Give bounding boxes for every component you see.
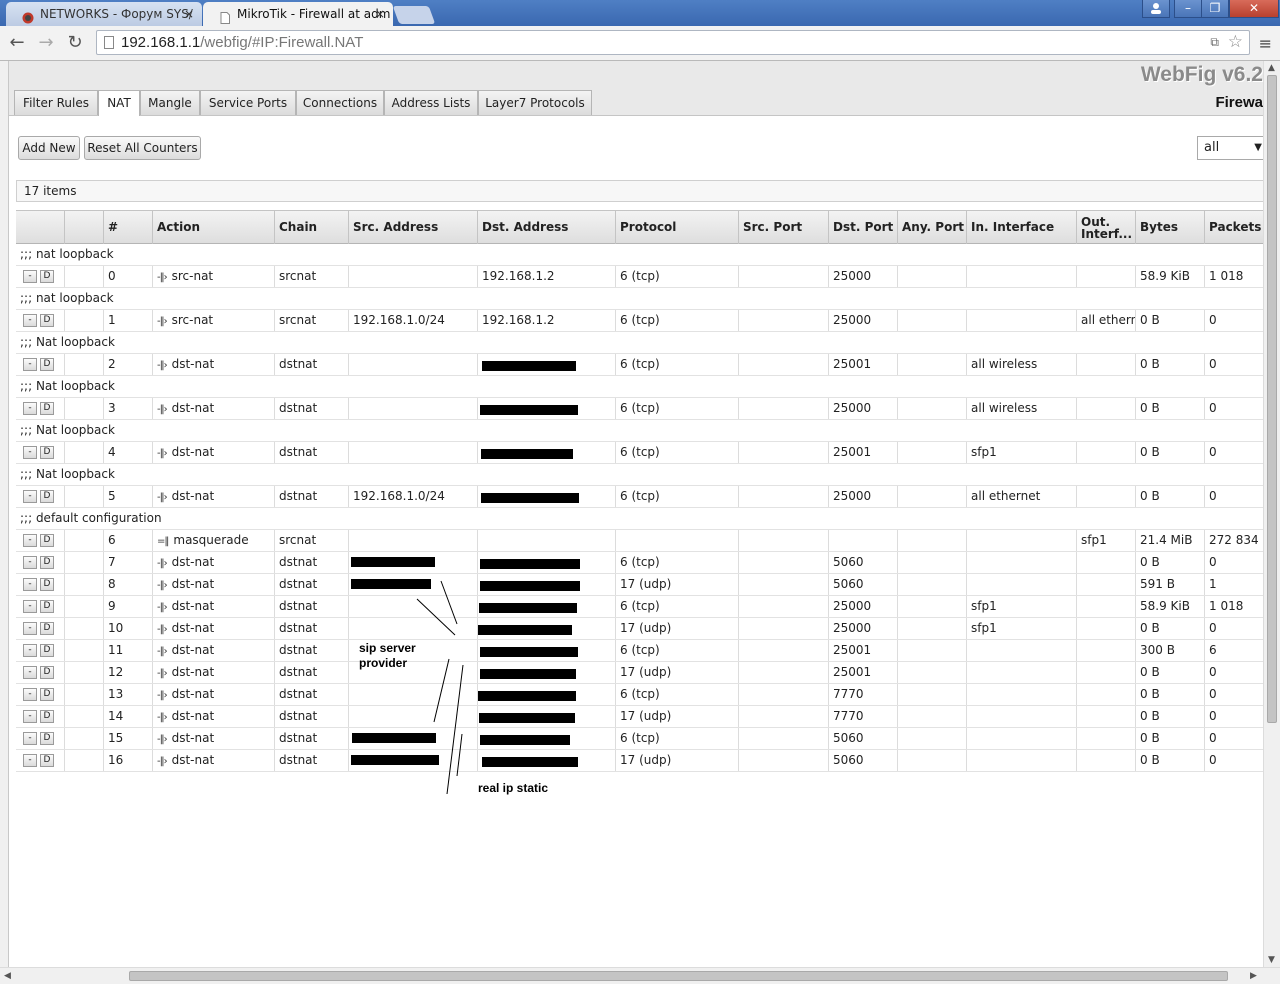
tab-mangle[interactable]: Mangle bbox=[140, 90, 200, 115]
scroll-up-icon[interactable]: ▲ bbox=[1268, 63, 1275, 73]
close-tab-icon[interactable]: × bbox=[184, 2, 194, 26]
tab-connections[interactable]: Connections bbox=[296, 90, 384, 115]
items-count: 17 items bbox=[24, 184, 77, 198]
reset-counters-button[interactable]: Reset All Counters bbox=[84, 136, 201, 160]
tab-address-lists[interactable]: Address Lists bbox=[384, 90, 478, 115]
annotation-lines bbox=[416, 580, 464, 795]
filter-select[interactable]: all ▼ bbox=[1197, 136, 1263, 160]
scroll-right-icon[interactable]: ▶ bbox=[1250, 971, 1257, 981]
left-frame-strip bbox=[0, 61, 9, 984]
section-title: Firewa bbox=[1215, 94, 1263, 111]
sip-server-note: sip server provider bbox=[359, 641, 416, 670]
bookmark-star-icon[interactable]: ☆ bbox=[1228, 32, 1243, 52]
browser-menu-icon[interactable]: ≡ bbox=[1259, 34, 1272, 53]
forward-arrow-icon[interactable]: → bbox=[35, 32, 57, 54]
site-favicon-icon bbox=[22, 8, 34, 24]
dropdown-arrow-icon: ▼ bbox=[1254, 142, 1262, 153]
tab-layer7-protocols[interactable]: Layer7 Protocols bbox=[478, 90, 592, 115]
url-text: 192.168.1.1/webfig/#IP:Firewall.NAT bbox=[121, 34, 364, 51]
browser-tab-mikrotik[interactable]: MikroTik - Firewall at adm × bbox=[203, 2, 393, 26]
browser-tab-networks[interactable]: NETWORKS - Форум SYS/ × bbox=[6, 2, 202, 26]
scroll-down-icon[interactable]: ▼ bbox=[1268, 955, 1275, 965]
webfig-logo: WebFig v6.2 bbox=[1140, 63, 1263, 86]
webfig-page: WebFig v6.2 Firewa Filter Rules NAT Mang… bbox=[9, 61, 1263, 967]
back-arrow-icon[interactable]: ← bbox=[6, 32, 28, 54]
browser-tab-title: NETWORKS - Форум SYS/ bbox=[40, 7, 193, 21]
page-icon bbox=[104, 36, 114, 49]
items-count-bar: 17 items bbox=[16, 180, 1263, 202]
user-icon[interactable] bbox=[1142, 0, 1170, 18]
horizontal-scroll-thumb[interactable] bbox=[129, 971, 1228, 981]
tab-filter-rules[interactable]: Filter Rules bbox=[14, 90, 98, 115]
vertical-scrollbar[interactable]: ▲ ▼ bbox=[1263, 61, 1280, 967]
vertical-scroll-thumb[interactable] bbox=[1267, 75, 1277, 723]
real-ip-note: real ip static bbox=[478, 781, 549, 795]
horizontal-scrollbar[interactable]: ◀ ▶ bbox=[0, 967, 1280, 984]
address-bar[interactable]: 192.168.1.1/webfig/#IP:Firewall.NAT ⧉ ☆ bbox=[96, 30, 1250, 55]
browser-toolbar: ← → ↻ 192.168.1.1/webfig/#IP:Firewall.NA… bbox=[0, 26, 1280, 61]
filter-select-value: all bbox=[1204, 140, 1220, 155]
minimize-button[interactable]: – bbox=[1174, 0, 1202, 18]
browser-tab-title: MikroTik - Firewall at adm bbox=[237, 7, 391, 21]
add-new-button[interactable]: Add New bbox=[18, 136, 80, 160]
webfig-header: WebFig v6.2 Firewa Filter Rules NAT Mang… bbox=[9, 61, 1263, 116]
new-tab-button[interactable] bbox=[392, 6, 436, 24]
tab-nat[interactable]: NAT bbox=[98, 90, 140, 116]
browser-titlebar: NETWORKS - Форум SYS/ × MikroTik - Firew… bbox=[0, 0, 1280, 26]
tab-service-ports[interactable]: Service Ports bbox=[200, 90, 296, 115]
scroll-left-icon[interactable]: ◀ bbox=[4, 971, 11, 981]
maximize-button[interactable]: ❐ bbox=[1201, 0, 1229, 18]
page-favicon-icon bbox=[219, 8, 231, 24]
close-tab-icon[interactable]: × bbox=[375, 2, 385, 26]
close-window-button[interactable]: ✕ bbox=[1229, 0, 1279, 18]
translate-icon[interactable]: ⧉ bbox=[1210, 35, 1219, 50]
reload-icon[interactable]: ↻ bbox=[64, 32, 86, 54]
